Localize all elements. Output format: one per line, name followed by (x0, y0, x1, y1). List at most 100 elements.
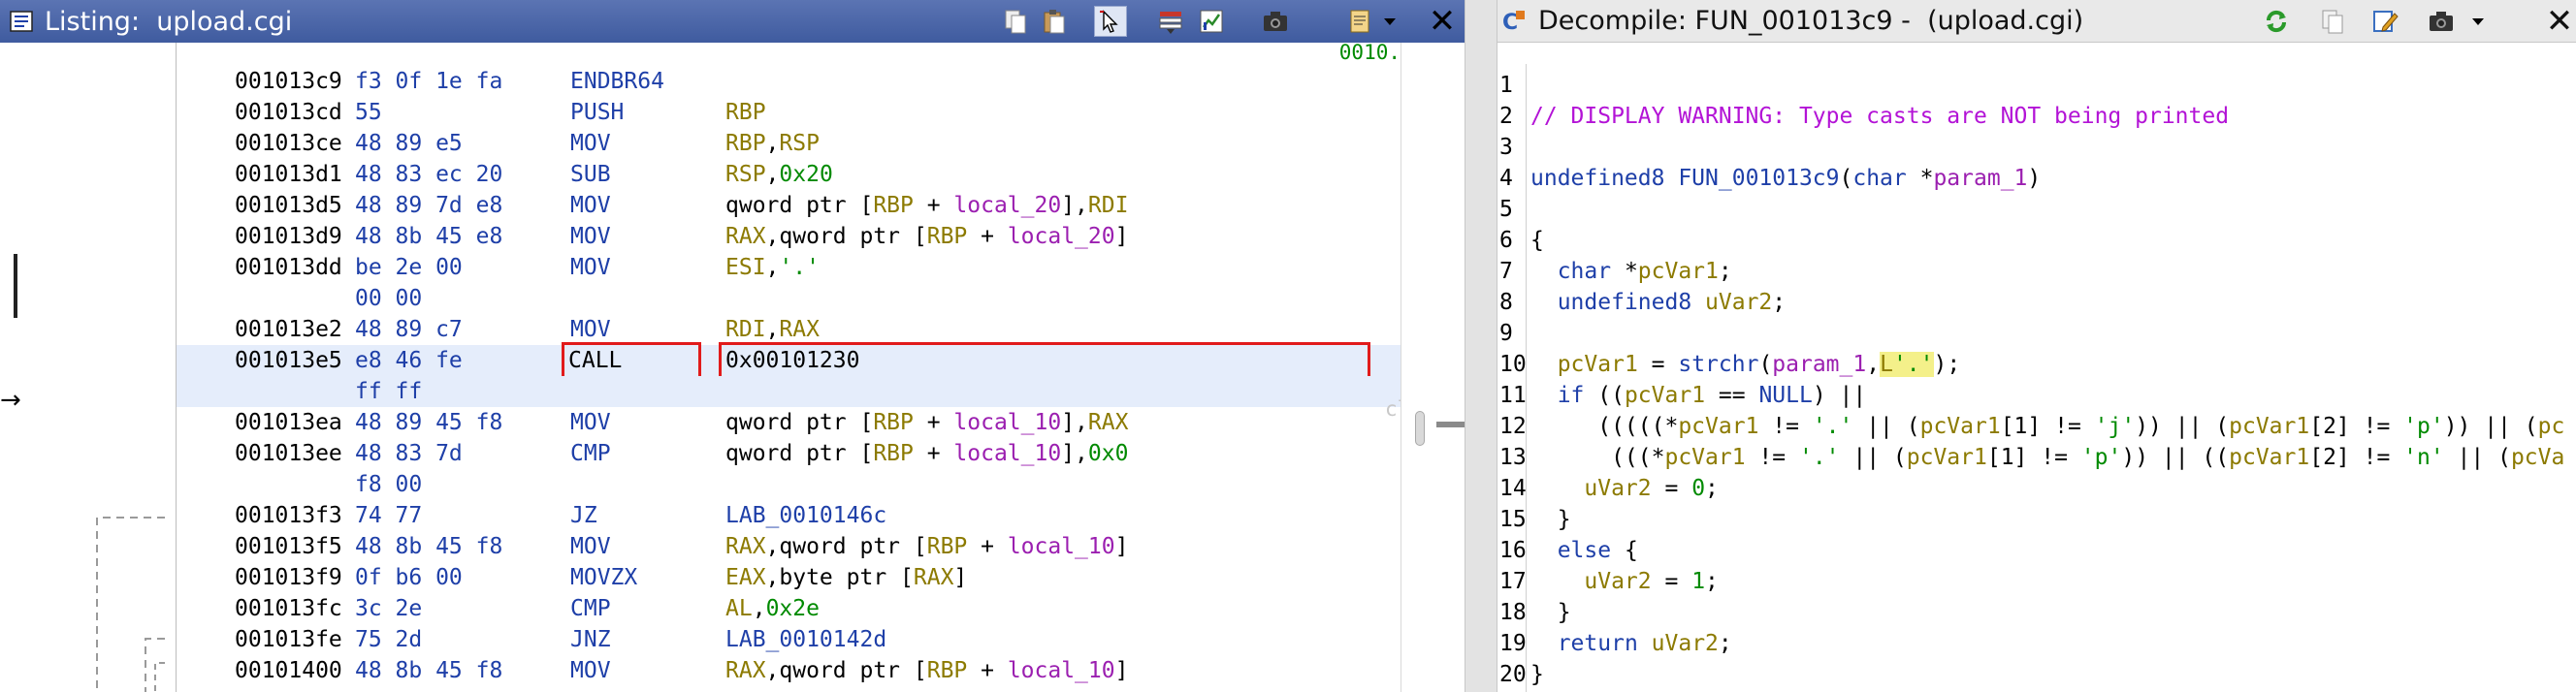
mnemonic-cell[interactable]: JNZ (570, 624, 611, 655)
code-line[interactable]: } (1530, 504, 1571, 535)
code-token[interactable]: undefined8 (1558, 290, 1691, 315)
operands-cell[interactable]: qword ptr [RBP + local_20],RDI (725, 190, 1128, 221)
listing-row[interactable]: 001013ce 48 89 e5 MOV RBP,RSP (177, 128, 1401, 159)
code-token[interactable]: param_1 (1933, 166, 2027, 191)
code-token[interactable]: || ( (2444, 445, 2511, 470)
operand-token[interactable]: RBP (927, 658, 968, 683)
code-token[interactable]: * (1611, 259, 1638, 284)
code-token[interactable]: FUN_001013c9 (1678, 166, 1839, 191)
code-token[interactable]: [2] != (2309, 414, 2403, 439)
code-token[interactable]: uVar2 (1705, 290, 1772, 315)
mnemonic-cell[interactable]: SUB (570, 159, 611, 190)
vertical-splitter-grip[interactable] (1436, 422, 1465, 427)
code-line[interactable]: return uVar2; (1530, 628, 1732, 659)
operand-token[interactable]: 0x0 (1088, 441, 1129, 466)
code-token[interactable]: [1] != (2001, 414, 2095, 439)
code-token[interactable]: = (1652, 476, 1692, 501)
code-line[interactable]: (((((*pcVar1 != '.' || (pcVar1[1] != 'j'… (1530, 411, 2564, 442)
listing-row[interactable]: 001013ee 48 83 7d CMP qword ptr [RBP + loca… (177, 438, 1401, 469)
listing-row[interactable]: 001013fc 3c 2e CMP AL,0x2e (177, 593, 1401, 624)
operand-token[interactable]: RAX (1088, 410, 1129, 435)
dropdown-arrow-icon[interactable] (2467, 6, 2489, 37)
operand-token[interactable]: RBP (725, 131, 766, 156)
operands-cell[interactable]: RBP (725, 97, 766, 128)
operands-cell[interactable]: AL,0x2e (725, 593, 820, 624)
copy-icon[interactable] (999, 6, 1032, 37)
code-token[interactable]: , (1866, 352, 1880, 377)
listing-row[interactable]: 001013f5 48 8b 45 f8 MOV RAX,qword ptr [RBP… (177, 531, 1401, 562)
address-cell[interactable]: 00101400 (235, 655, 342, 686)
listing-row[interactable]: 001013ea 48 89 45 f8 MOV qword ptr [RBP + l… (177, 407, 1401, 438)
operand-token[interactable]: local_20 (953, 193, 1061, 218)
listing-scrollbar[interactable] (1401, 43, 1465, 692)
code-line[interactable]: { (1530, 225, 1544, 256)
code-token[interactable]: 'j' (2095, 414, 2136, 439)
code-token[interactable]: uVar2 (1584, 569, 1651, 594)
edit-icon[interactable] (2368, 6, 2401, 37)
operand-token[interactable]: , (766, 317, 780, 342)
operand-token[interactable]: ] (953, 565, 967, 590)
operands-cell[interactable]: LAB_0010142d (725, 624, 886, 655)
snapshot-camera-icon[interactable] (2425, 6, 2458, 37)
operand-token[interactable]: RAX (779, 317, 820, 342)
code-token[interactable] (1530, 290, 1558, 315)
code-line[interactable]: // DISPLAY WARNING: Type casts are NOT b… (1530, 101, 2229, 132)
mnemonic-cell[interactable]: CALL (562, 342, 701, 379)
code-token[interactable]: pcVar1 (1558, 352, 1638, 377)
listing-code-area[interactable]: 0010. 001013c9 f3 0f 1e fa ENDBR64 001013cd… (177, 43, 1401, 692)
operands-cell[interactable]: RAX,qword ptr [RBP + local_20] (725, 221, 1128, 252)
listing-row[interactable]: 001013e2 48 89 c7 MOV RDI,RAX (177, 314, 1401, 345)
code-token[interactable]: || ( (1852, 414, 1919, 439)
bytes-cell[interactable]: 74 77 (355, 500, 422, 531)
operand-token[interactable]: RSP (779, 131, 820, 156)
listing-row[interactable]: f8 00 (177, 469, 1401, 500)
code-token[interactable]: ; (1705, 569, 1719, 594)
listing-row[interactable]: 001013d9 48 8b 45 e8 MOV RAX,qword ptr [RBP… (177, 221, 1401, 252)
bytes-cell[interactable]: 00 00 (355, 283, 422, 314)
code-token[interactable]: ; (1719, 631, 1732, 656)
code-token[interactable]: = (1652, 569, 1692, 594)
operands-cell[interactable]: RBP,RSP (725, 128, 820, 159)
code-token[interactable]: ( (1758, 352, 1772, 377)
code-token[interactable]: '.' (1813, 414, 1853, 439)
operand-token[interactable]: ] (1115, 224, 1129, 249)
code-token[interactable] (1530, 631, 1558, 656)
code-token[interactable]: pcVar1 (1907, 445, 1987, 470)
operand-token[interactable]: RBP (725, 100, 766, 125)
listing-row[interactable]: 001013c9 f3 0f 1e fa ENDBR64 (177, 66, 1401, 97)
listing-row[interactable]: 001013cd 55 PUSH RBP (177, 97, 1401, 128)
code-token[interactable]: = (1638, 352, 1679, 377)
code-token[interactable] (1530, 352, 1558, 377)
operand-token[interactable]: ], (1061, 441, 1088, 466)
mnemonic-cell[interactable]: MOV (570, 128, 611, 159)
code-token[interactable]: } (1530, 507, 1571, 532)
operand-token[interactable]: qword ptr [ (725, 193, 873, 218)
paste-icon[interactable] (1038, 6, 1071, 37)
operand-token[interactable]: RAX (725, 534, 766, 559)
operand-token[interactable]: RBP (873, 441, 914, 466)
operand-token[interactable]: ESI (725, 255, 766, 280)
operand-token[interactable]: 0x20 (779, 162, 832, 187)
code-token[interactable]: L (1880, 352, 1893, 377)
mnemonic-cell[interactable]: PUSH (570, 97, 624, 128)
bytes-cell[interactable]: 0f b6 00 (355, 562, 463, 593)
code-token[interactable]: 'p' (2081, 445, 2122, 470)
address-cell[interactable]: 001013f3 (235, 500, 342, 531)
code-token[interactable]: NULL (1758, 383, 1812, 408)
code-line[interactable]: (((*pcVar1 != '.' || (pcVar1[1] != 'p'))… (1530, 442, 2564, 473)
operands-cell[interactable]: RAX,qword ptr [RBP + local_10] (725, 655, 1128, 686)
code-token[interactable]: if (1558, 383, 1585, 408)
code-token[interactable] (1638, 631, 1652, 656)
mnemonic-cell[interactable]: ENDBR64 (570, 66, 664, 97)
code-line[interactable]: uVar2 = 0; (1530, 473, 1719, 504)
operand-token[interactable]: LAB_0010142d (725, 627, 886, 652)
operands-cell[interactable]: 0x00101230 (719, 342, 1370, 379)
bytes-cell[interactable]: 48 89 e5 (355, 128, 463, 159)
listing-row[interactable]: 00101400 48 8b 45 f8 MOV RAX,qword ptr [RBP… (177, 655, 1401, 686)
code-token[interactable]: char (1852, 166, 1906, 191)
code-token[interactable]: strchr (1678, 352, 1758, 377)
code-token[interactable]: } (1530, 662, 1544, 687)
listing-row[interactable]: 001013f9 0f b6 00 MOVZX EAX,byte ptr [RAX] (177, 562, 1401, 593)
code-token[interactable]: pcVar1 (2229, 414, 2309, 439)
code-token[interactable]: (((((* (1530, 414, 1678, 439)
